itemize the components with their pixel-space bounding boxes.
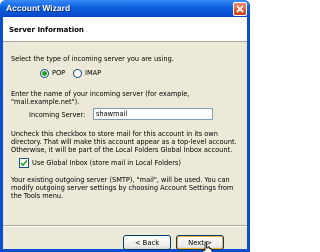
title-bar[interactable]: Account Wizard [0, 0, 250, 17]
footer-separator [3, 225, 247, 227]
account-wizard-window: Account Wizard Server Information Select… [0, 0, 250, 252]
wizard-header: Server Information [3, 17, 247, 42]
next-button[interactable]: Next > [176, 235, 224, 250]
global-inbox-desc-line2: directory. That will make this account a… [11, 138, 237, 146]
server-type-prompt: Select the type of incoming server you a… [11, 55, 174, 63]
radio-selected-dot [42, 71, 47, 76]
page-title: Server Information [9, 26, 84, 34]
incoming-server-label: Incoming Server: [29, 111, 86, 119]
radio-pop-label: POP [52, 69, 66, 77]
close-button[interactable] [233, 2, 247, 16]
incoming-server-input[interactable]: shawmail [93, 108, 213, 120]
close-icon [236, 5, 244, 13]
outgoing-note-line3: the Tools menu. [11, 192, 64, 200]
radio-imap[interactable]: IMAP [73, 69, 101, 78]
back-button[interactable]: < Back [123, 235, 171, 250]
global-inbox-desc-line3: Otherwise, it will be part of the Local … [11, 146, 233, 154]
use-global-inbox-checkbox-row[interactable]: Use Global Inbox (store mail in Local Fo… [19, 158, 181, 168]
hand-cursor-icon [202, 241, 213, 252]
radio-pop-button[interactable] [40, 69, 49, 78]
global-inbox-desc-line1: Uncheck this checkbox to store mail for … [11, 130, 218, 138]
incoming-server-prompt-line2: "mail.example.net"). [11, 98, 80, 106]
radio-imap-button[interactable] [73, 69, 82, 78]
radio-imap-label: IMAP [85, 69, 102, 77]
use-global-inbox-label: Use Global Inbox (store mail in Local Fo… [32, 159, 181, 167]
window-title: Account Wizard [6, 3, 71, 13]
checkmark-icon [20, 159, 28, 167]
incoming-server-prompt-line1: Enter the name of your incoming server (… [11, 90, 190, 98]
outgoing-note-line2: modify outgoing server settings by choos… [11, 184, 234, 192]
radio-pop[interactable]: POP [40, 69, 65, 78]
outgoing-note-line1: Your existing outgoing server (SMTP), "m… [11, 176, 230, 184]
use-global-inbox-checkbox[interactable] [19, 158, 29, 168]
dialog-body: Server Information Select the type of in… [3, 17, 247, 252]
